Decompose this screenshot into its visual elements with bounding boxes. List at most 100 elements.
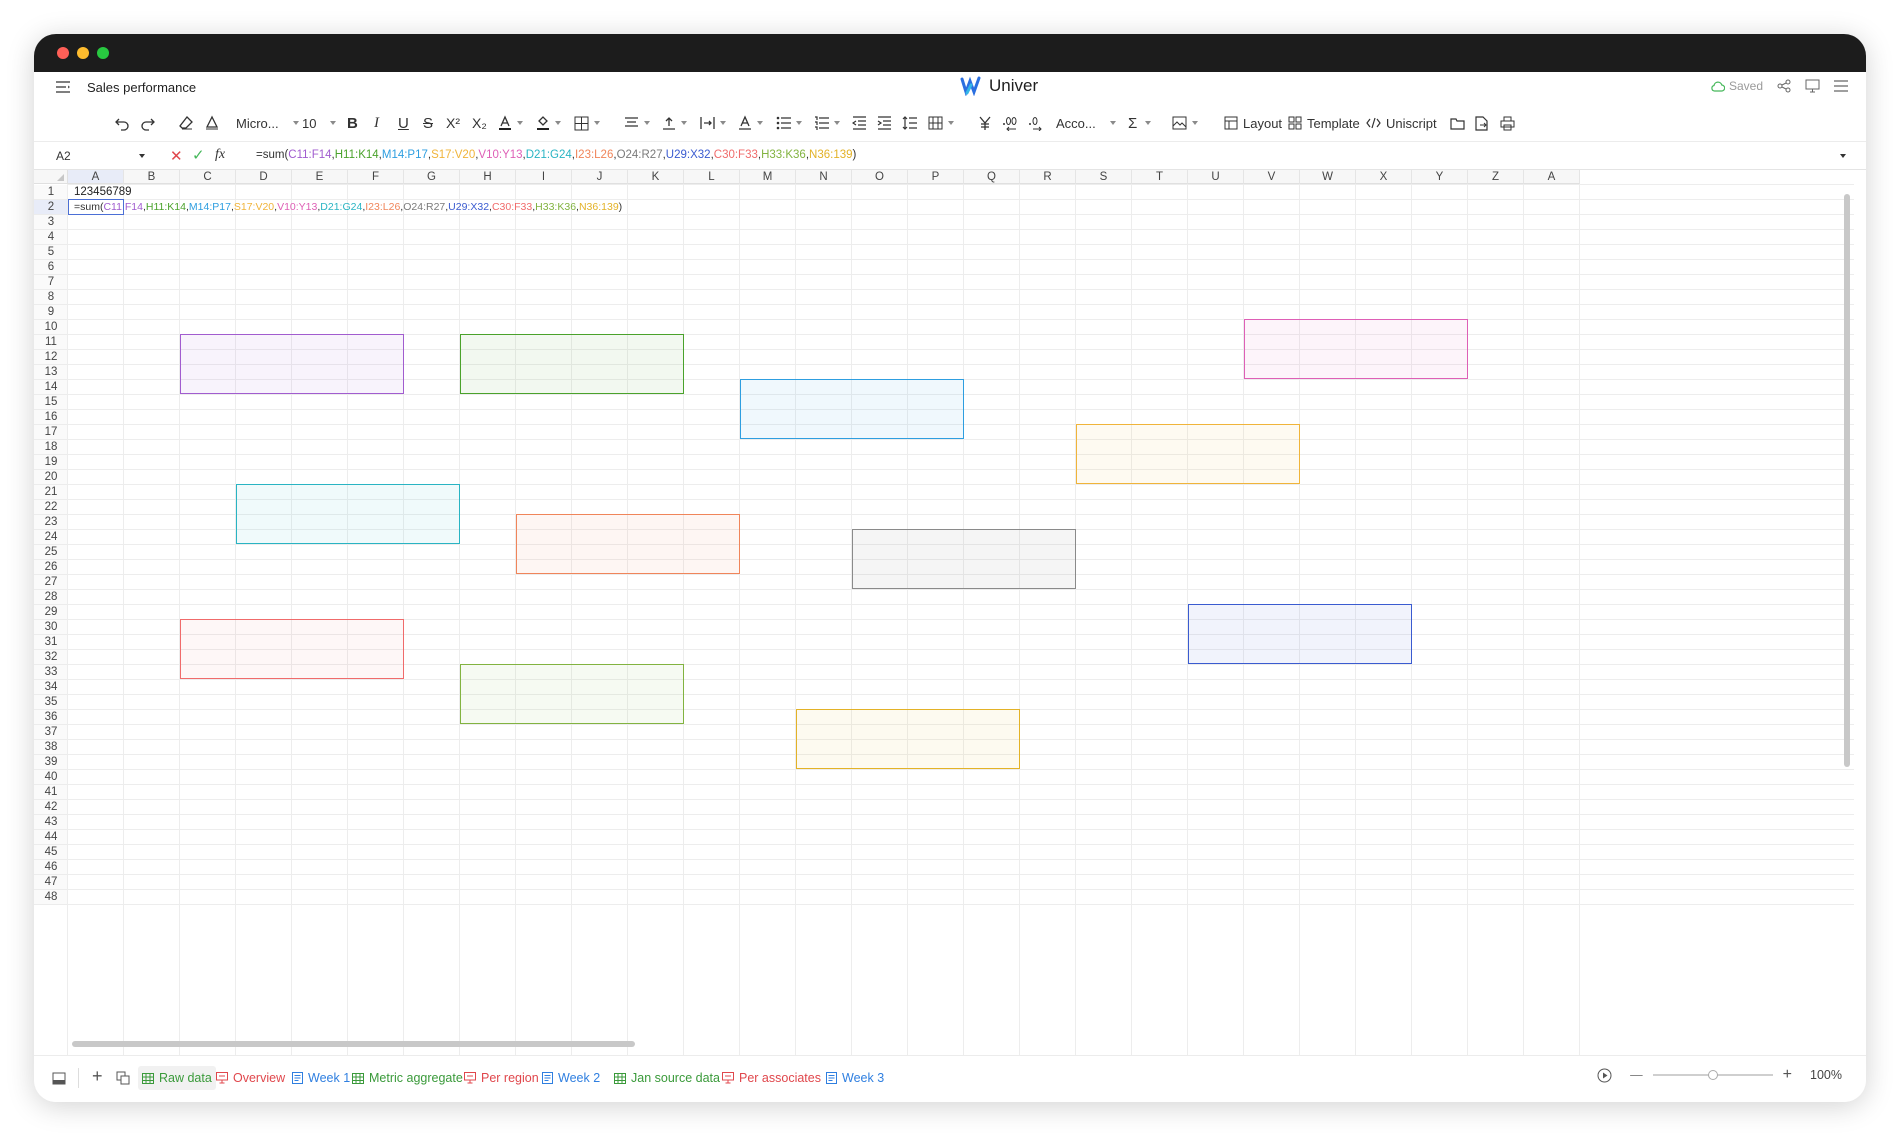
- insert-image-button[interactable]: [1172, 113, 1198, 133]
- uniscript-button[interactable]: Uniscript: [1366, 113, 1437, 133]
- referenced-range-v10-y13[interactable]: [1244, 319, 1468, 379]
- row-header[interactable]: 11: [34, 335, 68, 350]
- vertical-align-button[interactable]: [662, 113, 687, 133]
- row-header[interactable]: 16: [34, 410, 68, 425]
- sheet-tab[interactable]: Week 1: [288, 1066, 354, 1090]
- column-header[interactable]: V: [1244, 170, 1300, 184]
- zoom-level[interactable]: 100%: [1810, 1068, 1842, 1082]
- text-rotate-button[interactable]: [738, 113, 763, 133]
- row-header[interactable]: 33: [34, 665, 68, 680]
- referenced-range-u29-x32[interactable]: [1188, 604, 1412, 664]
- column-header[interactable]: G: [404, 170, 460, 184]
- row-header[interactable]: 24: [34, 530, 68, 545]
- cancel-formula-icon[interactable]: ✕: [170, 147, 183, 165]
- row-header[interactable]: 27: [34, 575, 68, 590]
- play-icon[interactable]: [1597, 1068, 1612, 1083]
- row-header[interactable]: 1: [34, 185, 68, 200]
- function-button[interactable]: Σ: [1128, 113, 1152, 133]
- sheet-panel-icon[interactable]: [52, 1072, 66, 1085]
- referenced-range-n36-q39[interactable]: [796, 709, 1020, 769]
- undo-button[interactable]: [114, 113, 130, 133]
- layout-button[interactable]: Layout: [1224, 113, 1282, 133]
- column-header[interactable]: N: [796, 170, 852, 184]
- row-header[interactable]: 39: [34, 755, 68, 770]
- row-header[interactable]: 14: [34, 380, 68, 395]
- referenced-range-d21-g24[interactable]: [236, 484, 460, 544]
- row-header[interactable]: 28: [34, 590, 68, 605]
- row-header[interactable]: 47: [34, 875, 68, 890]
- row-header[interactable]: 2: [34, 200, 68, 215]
- column-header[interactable]: H: [460, 170, 516, 184]
- row-header[interactable]: 18: [34, 440, 68, 455]
- row-header[interactable]: 12: [34, 350, 68, 365]
- referenced-range-c30-f33[interactable]: [180, 619, 404, 679]
- column-header[interactable]: M: [740, 170, 796, 184]
- row-header[interactable]: 48: [34, 890, 68, 905]
- referenced-range-m14-p17[interactable]: [740, 379, 964, 439]
- font-size-select[interactable]: 10: [302, 113, 337, 133]
- referenced-range-o24-r27[interactable]: [852, 529, 1076, 589]
- column-header[interactable]: T: [1132, 170, 1188, 184]
- line-spacing-button[interactable]: [902, 113, 917, 133]
- add-sheet-icon[interactable]: +: [92, 1066, 103, 1087]
- row-header[interactable]: 10: [34, 320, 68, 335]
- function-fx-icon[interactable]: fx: [215, 147, 225, 163]
- merge-cells-button[interactable]: [928, 113, 954, 133]
- column-header[interactable]: A: [68, 170, 124, 184]
- font-family-select[interactable]: Micro...: [236, 113, 299, 133]
- row-header[interactable]: 25: [34, 545, 68, 560]
- column-header[interactable]: I: [516, 170, 572, 184]
- referenced-range-h33-k36[interactable]: [460, 664, 684, 724]
- column-header[interactable]: E: [292, 170, 348, 184]
- expand-formula-icon[interactable]: [1840, 154, 1846, 158]
- referenced-range-c11-f14[interactable]: [180, 334, 404, 394]
- column-header[interactable]: X: [1356, 170, 1412, 184]
- row-header[interactable]: 40: [34, 770, 68, 785]
- vertical-scrollbar[interactable]: [1844, 194, 1850, 767]
- select-all-corner[interactable]: [34, 170, 68, 184]
- row-header[interactable]: 7: [34, 275, 68, 290]
- column-header[interactable]: Z: [1468, 170, 1524, 184]
- row-header[interactable]: 36: [34, 710, 68, 725]
- column-header[interactable]: B: [124, 170, 180, 184]
- horizontal-align-button[interactable]: [624, 113, 650, 133]
- row-header[interactable]: 5: [34, 245, 68, 260]
- column-header[interactable]: R: [1020, 170, 1076, 184]
- row-header[interactable]: 3: [34, 215, 68, 230]
- row-header[interactable]: 17: [34, 425, 68, 440]
- sheet-tab[interactable]: Week 3: [822, 1066, 888, 1090]
- fill-color-button[interactable]: [536, 113, 561, 133]
- column-header[interactable]: L: [684, 170, 740, 184]
- ordered-list-button[interactable]: [814, 113, 840, 133]
- subscript-button[interactable]: X₂: [472, 113, 487, 133]
- template-button[interactable]: Template: [1288, 113, 1360, 133]
- menu-icon[interactable]: [56, 81, 70, 93]
- cell-A2-formula[interactable]: =sum(C11:F14,H11:K14,M14:P17,S17:V20,V10…: [74, 201, 622, 213]
- row-header[interactable]: 6: [34, 260, 68, 275]
- column-header[interactable]: S: [1076, 170, 1132, 184]
- column-header[interactable]: F: [348, 170, 404, 184]
- row-header[interactable]: 19: [34, 455, 68, 470]
- document-title[interactable]: Sales performance: [87, 80, 196, 95]
- row-header[interactable]: 44: [34, 830, 68, 845]
- sheet-tab[interactable]: Per region: [460, 1066, 543, 1090]
- bullet-list-button[interactable]: [776, 113, 802, 133]
- row-header[interactable]: 9: [34, 305, 68, 320]
- column-header[interactable]: J: [572, 170, 628, 184]
- increase-decimal-button[interactable]: [1028, 113, 1043, 133]
- row-header[interactable]: 41: [34, 785, 68, 800]
- open-file-button[interactable]: [1450, 113, 1465, 133]
- zoom-out-icon[interactable]: —: [1630, 1068, 1643, 1082]
- print-button[interactable]: [1500, 113, 1515, 133]
- row-header[interactable]: 26: [34, 560, 68, 575]
- share-icon[interactable]: [1777, 79, 1791, 93]
- currency-button[interactable]: [978, 113, 992, 133]
- row-header[interactable]: 45: [34, 845, 68, 860]
- confirm-formula-icon[interactable]: ✓: [192, 146, 205, 164]
- increase-indent-button[interactable]: [877, 113, 892, 133]
- border-button[interactable]: [574, 113, 600, 133]
- referenced-range-i23-l26[interactable]: [516, 514, 740, 574]
- column-header[interactable]: Y: [1412, 170, 1468, 184]
- number-format-select[interactable]: Acco...: [1056, 113, 1116, 133]
- redo-button[interactable]: [140, 113, 156, 133]
